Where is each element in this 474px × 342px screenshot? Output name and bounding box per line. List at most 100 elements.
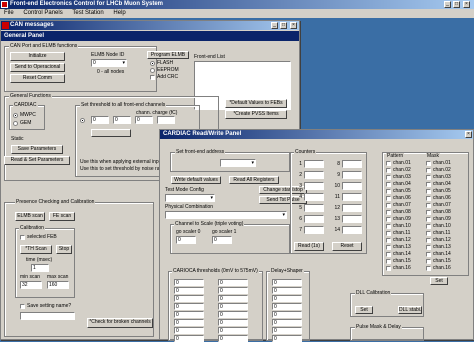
- pattern-checkbox[interactable]: [386, 203, 391, 208]
- pattern-checkbox[interactable]: [386, 259, 391, 264]
- delay-value-field[interactable]: 0: [272, 327, 302, 334]
- set-threshold-button[interactable]: [91, 129, 131, 137]
- check-broken-channels-button[interactable]: *Check for broken channels: [87, 318, 153, 328]
- mask-checkbox[interactable]: [426, 161, 431, 166]
- mask-checkbox[interactable]: [426, 238, 431, 243]
- eeprom-radio[interactable]: [150, 68, 155, 73]
- threshold-field-1[interactable]: 0: [91, 116, 109, 124]
- cardiac-close-icon[interactable]: ×: [465, 131, 472, 138]
- threshold-field-3[interactable]: 0: [135, 116, 153, 124]
- pattern-checkbox[interactable]: [386, 210, 391, 215]
- mask-checkbox[interactable]: [426, 245, 431, 250]
- mask-checkbox[interactable]: [426, 217, 431, 222]
- mask-checkbox[interactable]: [426, 210, 431, 215]
- pattern-checkbox[interactable]: [386, 182, 391, 187]
- delay-value-field[interactable]: 0: [272, 295, 302, 302]
- mask-checkbox[interactable]: [426, 196, 431, 201]
- reset-comm-button[interactable]: Reset Comm: [10, 74, 65, 83]
- th-scan-button[interactable]: *TH Scan: [20, 245, 52, 254]
- save-setting-field[interactable]: [20, 312, 75, 320]
- pattern-checkbox[interactable]: [386, 266, 391, 271]
- read-set-parameters-button[interactable]: Read & Set Parameters: [4, 156, 70, 165]
- reset-counters-button[interactable]: Reset: [332, 242, 362, 251]
- threshold-value-field-2[interactable]: 0: [218, 287, 248, 294]
- delay-value-field[interactable]: 0: [272, 319, 302, 326]
- elmb-node-select[interactable]: 0: [91, 59, 127, 67]
- default-values-febs-button[interactable]: *Default Values to FEBs: [225, 99, 287, 108]
- read-1s-button[interactable]: Read (1s): [294, 242, 324, 251]
- fe-scan-button[interactable]: FE scan: [49, 212, 75, 221]
- pattern-checkbox[interactable]: [386, 224, 391, 229]
- selected-feb-checkbox[interactable]: [20, 235, 25, 240]
- mask-checkbox[interactable]: [426, 168, 431, 173]
- threshold-value-field-2[interactable]: 0: [218, 303, 248, 310]
- threshold-value-field[interactable]: 0: [174, 327, 204, 334]
- delay-value-field[interactable]: 0: [272, 279, 302, 286]
- scaler-0-field[interactable]: 0: [176, 236, 196, 244]
- delay-value-field[interactable]: 0: [272, 335, 302, 342]
- mask-checkbox[interactable]: [426, 182, 431, 187]
- pattern-checkbox[interactable]: [386, 189, 391, 194]
- threshold-field-4[interactable]: [157, 116, 175, 124]
- gem-radio[interactable]: [13, 121, 18, 126]
- mask-checkbox[interactable]: [426, 224, 431, 229]
- pattern-checkbox[interactable]: [386, 245, 391, 250]
- initialize-button[interactable]: Initialize: [10, 52, 65, 61]
- mask-checkbox[interactable]: [426, 266, 431, 271]
- minimize-icon[interactable]: _: [444, 1, 451, 8]
- read-all-registers-button[interactable]: Read All Registers: [229, 176, 279, 184]
- create-pvss-items-button[interactable]: *Create PVSS Items: [225, 110, 287, 119]
- menu-control-panels[interactable]: Control Panels: [23, 10, 62, 16]
- threshold-value-field[interactable]: 0: [174, 319, 204, 326]
- mask-checkbox[interactable]: [426, 203, 431, 208]
- pattern-checkbox[interactable]: [386, 252, 391, 257]
- mask-checkbox[interactable]: [426, 189, 431, 194]
- mask-checkbox[interactable]: [426, 252, 431, 257]
- save-parameters-button[interactable]: Save Parameters: [11, 145, 63, 154]
- close-icon[interactable]: ×: [463, 1, 470, 8]
- pattern-checkbox[interactable]: [386, 238, 391, 243]
- time-field[interactable]: 1: [31, 264, 49, 272]
- save-setting-checkbox[interactable]: [20, 304, 25, 309]
- pattern-checkbox[interactable]: [386, 231, 391, 236]
- add-crc-checkbox[interactable]: [150, 75, 155, 80]
- threshold-value-field[interactable]: 0: [174, 335, 204, 342]
- menu-help[interactable]: Help: [113, 10, 125, 16]
- menu-test-station[interactable]: Test Station: [72, 10, 103, 16]
- can-close-icon[interactable]: ×: [290, 22, 297, 29]
- test-mode-select[interactable]: [165, 194, 215, 202]
- threshold-value-field-2[interactable]: 0: [218, 319, 248, 326]
- stop-button[interactable]: Stop: [56, 245, 72, 254]
- threshold-value-field-2[interactable]: 0: [218, 295, 248, 302]
- threshold-value-field-2[interactable]: 0: [218, 335, 248, 342]
- menu-file[interactable]: File: [4, 10, 14, 16]
- pattern-checkbox[interactable]: [386, 168, 391, 173]
- delay-value-field[interactable]: 0: [272, 287, 302, 294]
- threshold-value-field[interactable]: 0: [174, 279, 204, 286]
- pattern-checkbox[interactable]: [386, 161, 391, 166]
- scaler-1-field[interactable]: 0: [212, 236, 232, 244]
- min-scan-field[interactable]: 32: [20, 281, 42, 289]
- send-operational-button[interactable]: Send to Operacional: [10, 63, 65, 72]
- mask-checkbox[interactable]: [426, 175, 431, 180]
- mask-checkbox[interactable]: [426, 231, 431, 236]
- max-scan-field[interactable]: 160: [47, 281, 69, 289]
- dll-stab-button[interactable]: DLL stabi.: [398, 306, 422, 314]
- pattern-checkbox[interactable]: [386, 196, 391, 201]
- can-minimize-icon[interactable]: _: [271, 22, 278, 29]
- pattern-checkbox[interactable]: [386, 217, 391, 222]
- delay-value-field[interactable]: 0: [272, 311, 302, 318]
- physical-combination-select[interactable]: [165, 211, 287, 219]
- threshold-field-2[interactable]: 0: [113, 116, 131, 124]
- elmb-scan-button[interactable]: ELMB scan: [15, 212, 45, 221]
- threshold-value-field[interactable]: 0: [174, 295, 204, 302]
- threshold-value-field-2[interactable]: 0: [218, 279, 248, 286]
- threshold-value-field[interactable]: 0: [174, 311, 204, 318]
- write-default-values-button[interactable]: Write default values: [171, 176, 221, 184]
- threshold-value-field[interactable]: 0: [174, 303, 204, 310]
- set-pattern-button[interactable]: Set: [430, 277, 448, 285]
- threshold-radio[interactable]: [80, 118, 85, 123]
- mwpc-radio[interactable]: [13, 113, 18, 118]
- threshold-value-field-2[interactable]: 0: [218, 311, 248, 318]
- set-dll-button[interactable]: Set: [355, 306, 373, 314]
